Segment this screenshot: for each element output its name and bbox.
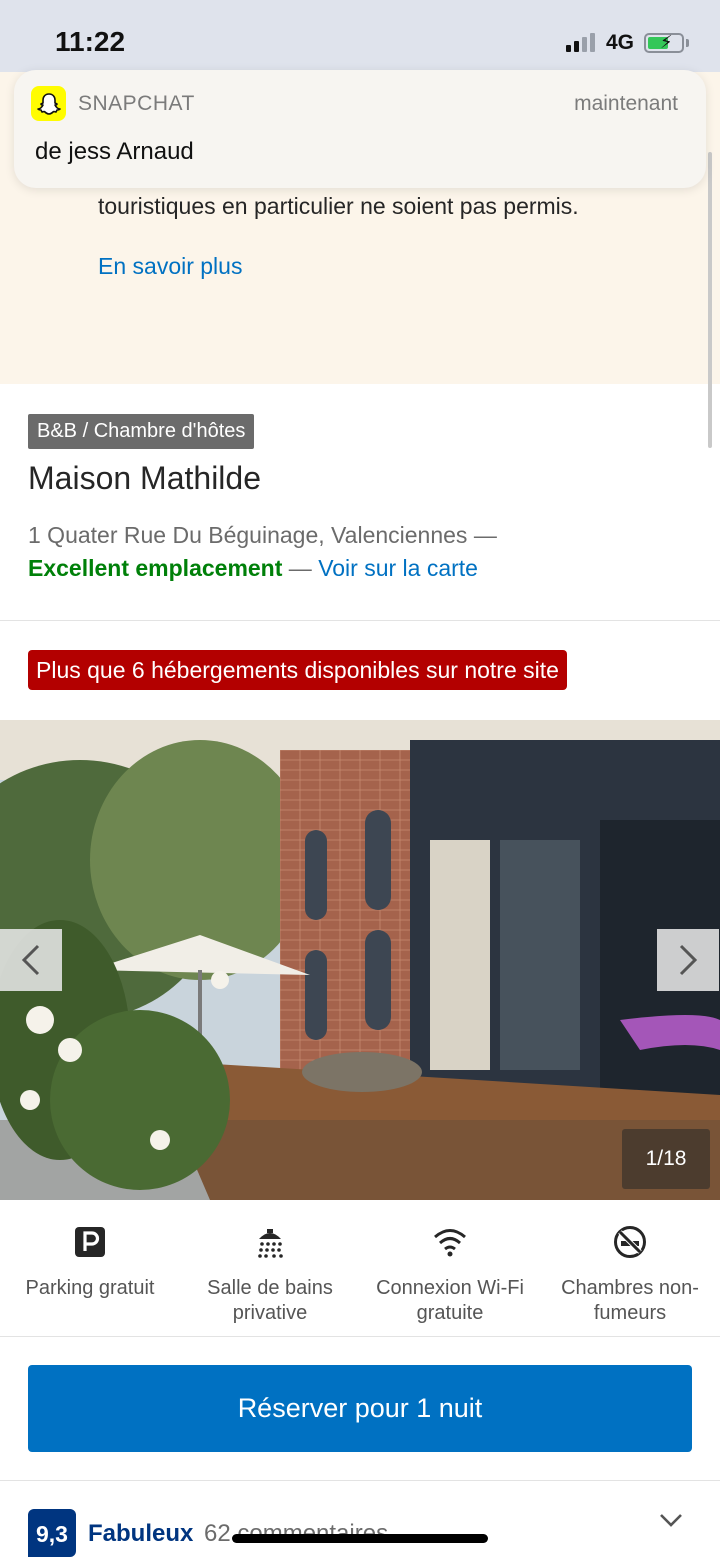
learn-more-link[interactable]: En savoir plus	[98, 253, 242, 280]
shower-icon	[252, 1224, 288, 1260]
reserve-button[interactable]: Réserver pour 1 nuit	[28, 1365, 692, 1452]
wifi-icon	[432, 1224, 468, 1260]
divider	[0, 1480, 720, 1481]
amenity-label: Parking gratuit	[25, 1277, 155, 1299]
review-score-badge: 9,3	[28, 1509, 76, 1557]
amenity-non-smoking: Chambres non-fumeurs	[540, 1200, 720, 1336]
review-score-label: Fabuleux	[88, 1520, 194, 1547]
no-smoking-icon	[612, 1224, 648, 1260]
battery-icon: ⚡	[644, 32, 684, 53]
scroll-indicator	[708, 152, 712, 448]
status-time: 11:22	[55, 26, 126, 57]
signal-strength-icon	[566, 32, 595, 52]
notification-time: maintenant	[574, 92, 678, 115]
amenity-private-bathroom: Salle de bains privative	[180, 1200, 360, 1336]
photo-counter: 1/18	[622, 1129, 710, 1189]
divider	[0, 1336, 720, 1337]
amenity-parking: Parking gratuit	[0, 1200, 180, 1336]
property-title: Maison Mathilde	[28, 460, 261, 496]
snapchat-ghost-icon	[31, 86, 66, 121]
property-photo[interactable]	[0, 720, 720, 1200]
amenity-wifi: Connexion Wi-Fi gratuite	[360, 1200, 540, 1336]
home-indicator[interactable]	[232, 1534, 488, 1543]
amenity-label: Salle de bains privative	[207, 1277, 333, 1324]
view-on-map-link[interactable]: Voir sur la carte	[318, 555, 478, 581]
next-photo-button[interactable]	[657, 929, 719, 991]
amenity-label: Connexion Wi-Fi gratuite	[376, 1277, 524, 1324]
property-address: 1 Quater Rue Du Béguinage, Valenciennes …	[28, 522, 497, 548]
chevron-right-icon	[679, 944, 698, 976]
availability-urgency-banner: Plus que 6 hébergements disponibles sur …	[28, 650, 567, 690]
amenities-list: Parking gratuit Salle de bains privative…	[0, 1200, 720, 1336]
chevron-left-icon	[21, 944, 40, 976]
status-bar: 11:22 4G ⚡	[0, 0, 720, 72]
location-line: Excellent emplacement — Voir sur la cart…	[28, 553, 478, 583]
snapchat-notification[interactable]: SNAPCHAT maintenant de jess Arnaud	[14, 70, 706, 188]
amenity-label: Chambres non-fumeurs	[561, 1277, 699, 1324]
battery-cap	[686, 39, 689, 47]
location-rating: Excellent emplacement	[28, 555, 283, 581]
chevron-down-icon[interactable]	[658, 1510, 684, 1530]
previous-photo-button[interactable]	[0, 929, 62, 991]
notification-body: de jess Arnaud	[35, 138, 194, 165]
property-type-badge: B&B / Chambre d'hôtes	[28, 414, 255, 449]
network-type: 4G	[606, 31, 635, 54]
parking-icon	[72, 1224, 108, 1260]
location-separator: —	[288, 555, 312, 581]
notification-app-name: SNAPCHAT	[78, 92, 195, 115]
divider	[0, 620, 720, 621]
